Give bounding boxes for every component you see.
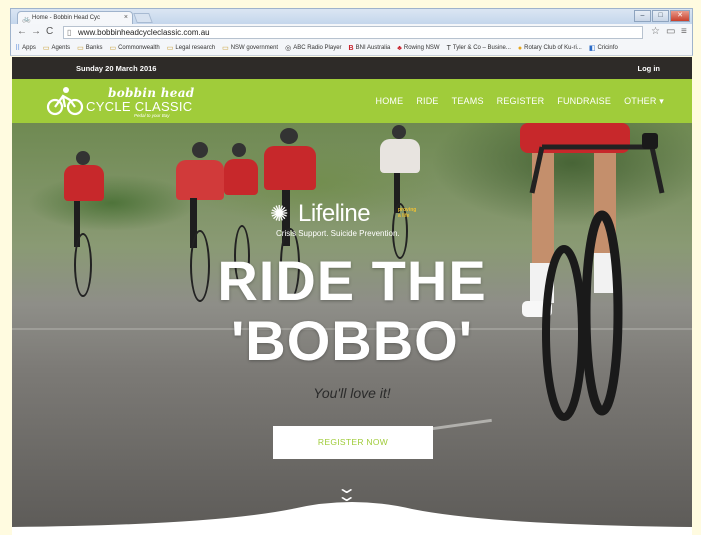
- bookmarks-bar: ⠿ Apps ▭ Agents ▭ Banks ▭ Commonwealth ▭ Lega…: [10, 41, 693, 56]
- back-arrow-icon[interactable]: ←: [17, 26, 27, 37]
- screenshot-frame: 🚲 Home - Bobbin Head Cyc × – □ ✕ ← → C ▯…: [0, 0, 701, 535]
- bookmark-rowing-nsw[interactable]: ♣ Rowing NSW: [397, 45, 439, 52]
- bookmark-rotary[interactable]: ● Rotary Club of Ku-ri...: [518, 45, 582, 52]
- address-bar[interactable]: ▯ www.bobbinheadcycleclassic.com.au: [63, 26, 643, 39]
- browser-tab[interactable]: 🚲 Home - Bobbin Head Cyc ×: [17, 11, 133, 25]
- maximize-icon[interactable]: □: [652, 10, 669, 22]
- reload-icon[interactable]: C: [46, 26, 53, 37]
- bookmark-abc-radio[interactable]: ◎ ABC Radio Player: [285, 44, 341, 52]
- rowing-icon: ♣: [397, 44, 402, 52]
- nav-teams[interactable]: TEAMS: [452, 96, 484, 107]
- forward-arrow-icon[interactable]: →: [31, 26, 41, 37]
- abc-icon: ◎: [285, 45, 292, 52]
- site-favicon-icon: 🚲: [22, 16, 31, 23]
- close-tab-icon[interactable]: ×: [124, 14, 128, 21]
- nav-other[interactable]: OTHER ▾: [624, 96, 664, 107]
- hero-banner: ✺ Lifeline proving a life Crisis Support…: [12, 123, 692, 535]
- bookmark-cricinfo[interactable]: ◧ Cricinfo: [589, 44, 618, 52]
- folder-icon: ▭: [77, 45, 84, 52]
- site-topbar: Sunday 20 March 2016 Log in: [12, 57, 692, 79]
- bookmark-banks[interactable]: ▭ Banks: [77, 44, 102, 52]
- nav-ride[interactable]: RIDE: [416, 96, 438, 107]
- site-header: bobbin head CYCLE CLASSIC Pedal to your …: [12, 79, 692, 123]
- web-page: Sunday 20 March 2016 Log in bobbin head …: [12, 57, 692, 535]
- folder-icon: ▭: [166, 45, 174, 52]
- logo-tagline: Pedal to your Bay: [134, 113, 170, 118]
- bookmark-tyler[interactable]: T Tyler & Co – Busine...: [447, 45, 511, 52]
- close-window-icon[interactable]: ✕: [670, 10, 690, 22]
- browser-toolbar: ← → C ▯ www.bobbinheadcycleclassic.com.a…: [10, 24, 693, 41]
- folder-icon: ▭: [222, 45, 229, 52]
- bni-icon: B: [348, 44, 354, 52]
- site-logo[interactable]: bobbin head CYCLE CLASSIC Pedal to your …: [46, 84, 196, 118]
- bookmark-commonwealth[interactable]: ▭ Commonwealth: [109, 44, 159, 52]
- sponsor-tiny-text: proving a life: [398, 207, 417, 219]
- bookmark-agents[interactable]: ▭ Agents: [43, 44, 70, 52]
- new-tab-button[interactable]: [133, 13, 153, 23]
- folder-icon: ▭: [109, 45, 117, 52]
- menu-icon[interactable]: ≡: [681, 26, 687, 37]
- road-marking: [432, 418, 492, 431]
- bookmark-star-icon[interactable]: ☆: [651, 26, 660, 37]
- event-date: Sunday 20 March 2016: [76, 64, 157, 73]
- window-controls: – □ ✕: [634, 10, 690, 22]
- cast-icon[interactable]: ▭: [666, 26, 675, 37]
- nav-fundraise[interactable]: FUNDRAISE: [557, 96, 611, 107]
- login-link[interactable]: Log in: [638, 64, 661, 73]
- hero-subline: You'll love it!: [313, 385, 391, 401]
- bookmark-apps[interactable]: ⠿ Apps: [15, 44, 36, 52]
- bookmark-nsw-government[interactable]: ▭ NSW government: [222, 44, 278, 52]
- hero-headline: RIDE THE 'BOBBO': [12, 251, 692, 371]
- headline-line-1: RIDE THE: [217, 249, 487, 312]
- nav-register[interactable]: REGISTER: [497, 96, 545, 107]
- cyclist-logo-icon: [46, 87, 84, 116]
- register-now-button[interactable]: REGISTER NOW: [273, 426, 433, 459]
- browser-titlebar: 🚲 Home - Bobbin Head Cyc × – □ ✕: [10, 8, 693, 25]
- tyler-icon: T: [446, 44, 451, 52]
- tab-title: Home - Bobbin Head Cyc: [32, 15, 101, 21]
- logo-line-2: CYCLE CLASSIC: [86, 99, 193, 114]
- lifeline-sponsor-logo: ✺ Lifeline proving a life Crisis Support…: [270, 200, 450, 241]
- logo-line-1: bobbin head: [108, 86, 195, 100]
- main-nav: HOME RIDE TEAMS REGISTER FUNDRAISE OTHER…: [376, 96, 664, 107]
- lifeline-icon: ✺: [270, 201, 289, 226]
- address-url: www.bobbinheadcycleclassic.com.au: [78, 28, 210, 37]
- sponsor-name: Lifeline: [298, 200, 371, 227]
- bookmark-bni[interactable]: B BNI Australia: [349, 45, 391, 52]
- page-icon: ▯: [67, 28, 72, 37]
- headline-line-2: 'BOBBO': [230, 309, 474, 372]
- cyclist-figure: [378, 123, 424, 263]
- apps-grid-icon: ⠿: [15, 45, 21, 52]
- hero-bottom-wave: [12, 502, 692, 535]
- folder-icon: ▭: [42, 45, 50, 52]
- bookmark-legal-research[interactable]: ▭ Legal research: [167, 44, 215, 52]
- minimize-icon[interactable]: –: [634, 10, 651, 22]
- cricinfo-icon: ◧: [588, 45, 596, 52]
- sponsor-tagline: Crisis Support. Suicide Prevention.: [276, 229, 400, 238]
- rotary-icon: ●: [517, 44, 523, 52]
- nav-home[interactable]: HOME: [376, 96, 404, 107]
